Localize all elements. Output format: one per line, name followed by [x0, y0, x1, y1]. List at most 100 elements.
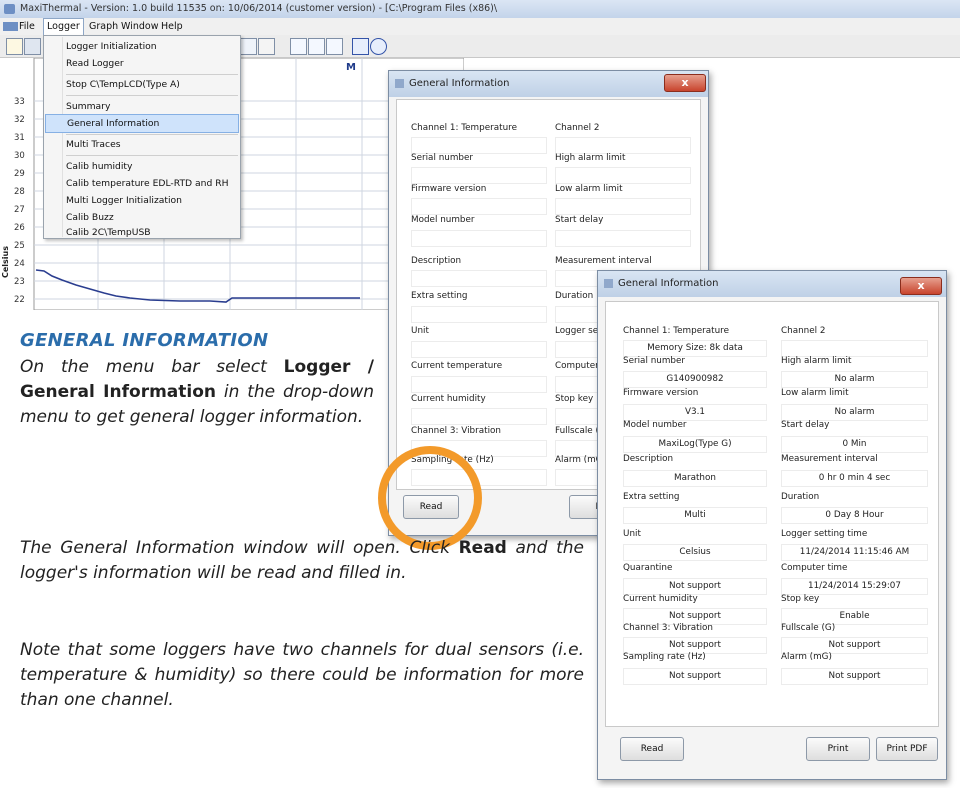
list-icon[interactable]: [290, 38, 307, 55]
label-unit: Unit: [623, 529, 641, 539]
menu-item-calib-buzz[interactable]: Calib Buzz: [45, 209, 239, 226]
print-pdf-button[interactable]: Print PDF: [876, 737, 938, 761]
start-delay-value: 0 Min: [781, 436, 928, 453]
menu-file[interactable]: File: [16, 18, 38, 35]
y-tick: 28: [14, 187, 25, 197]
value-box: [781, 340, 928, 357]
value-box: [555, 137, 691, 154]
close-button[interactable]: x: [664, 74, 706, 92]
label-start-delay: Start delay: [555, 215, 604, 225]
graph-title: M: [346, 62, 356, 73]
label-current-humidity: Current humidity: [411, 394, 486, 404]
read-button-highlight-ring: [378, 446, 482, 550]
serial-number-value: G140900982: [623, 371, 767, 388]
value-box: [555, 198, 691, 215]
dialog-title-bar: General Information: [598, 271, 946, 297]
label-description: Description: [623, 454, 674, 464]
computer-time-value: 11/24/2014 15:29:07: [781, 578, 928, 595]
y-tick: 31: [14, 133, 25, 143]
app-title-bar: MaxiThermal - Version: 1.0 build 11535 o…: [0, 0, 960, 18]
menu-window[interactable]: Window: [118, 18, 161, 35]
value-box: [411, 376, 547, 393]
logger-dropdown-menu: Logger Initialization Read Logger Stop C…: [43, 35, 241, 239]
label-current-temperature: Current temperature: [411, 361, 503, 371]
app-icon: [4, 4, 15, 14]
camera-icon[interactable]: [352, 38, 369, 55]
label-computer-time: Computer time: [781, 563, 848, 573]
label-high-alarm-limit: High alarm limit: [555, 153, 626, 163]
alarm-value: Not support: [781, 668, 928, 685]
close-button[interactable]: x: [900, 277, 942, 295]
label-firmware-version: Firmware version: [411, 184, 487, 194]
p1-text-start: On the menu bar select: [20, 357, 267, 377]
y-tick: 32: [14, 115, 25, 125]
dialog-body: Channel 1: Temperature Memory Size: 8k d…: [605, 301, 939, 727]
menu-logger[interactable]: Logger: [43, 18, 84, 35]
y-tick: 26: [14, 223, 25, 233]
duration-value: 0 Day 8 Hour: [781, 507, 928, 524]
menu-item-calib-temperature[interactable]: Calib temperature EDL-RTD and RH: [45, 175, 239, 192]
open-icon[interactable]: [6, 38, 23, 55]
y-tick: 22: [14, 295, 25, 305]
label-start-delay: Start delay: [781, 420, 830, 430]
description-value: Marathon: [623, 470, 767, 487]
label-extra-setting: Extra setting: [411, 291, 468, 301]
label-measurement-interval: Measurement interval: [555, 256, 652, 266]
y-tick: 27: [14, 205, 25, 215]
menu-graph[interactable]: Graph: [86, 18, 121, 35]
label-unit: Unit: [411, 326, 429, 336]
zoom-icon[interactable]: [258, 38, 275, 55]
app-title: MaxiThermal - Version: 1.0 build 11535 o…: [20, 3, 498, 14]
bar-chart-icon[interactable]: [308, 38, 325, 55]
menu-separator: [66, 155, 238, 156]
menu-separator: [66, 134, 238, 135]
paragraph-3: Note that some loggers have two channels…: [20, 640, 584, 710]
menu-item-calib-tempusb[interactable]: Calib 2C\TempUSB: [45, 226, 239, 239]
section-heading: GENERAL INFORMATION: [20, 330, 269, 351]
label-sampling-rate: Sampling rate (Hz): [623, 652, 706, 662]
dialog-title: General Information: [618, 278, 719, 289]
measurement-interval-value: 0 hr 0 min 4 sec: [781, 470, 928, 487]
high-alarm-limit-value: No alarm: [781, 371, 928, 388]
menu-item-read-logger[interactable]: Read Logger: [45, 55, 239, 72]
label-duration: Duration: [555, 291, 594, 301]
target-icon[interactable]: [370, 38, 387, 55]
menu-item-logger-initialization[interactable]: Logger Initialization: [45, 38, 239, 55]
read-button[interactable]: Read: [620, 737, 684, 761]
label-model-number: Model number: [623, 420, 687, 430]
save-icon[interactable]: [24, 38, 41, 55]
label-low-alarm-limit: Low alarm limit: [781, 388, 849, 398]
unit-value: Celsius: [623, 544, 767, 561]
label-stop-key: Stop key: [555, 394, 594, 404]
print-button[interactable]: Print: [806, 737, 870, 761]
label-firmware-version: Firmware version: [623, 388, 699, 398]
label-current-humidity: Current humidity: [623, 594, 698, 604]
menu-help[interactable]: Help: [158, 18, 186, 35]
logger-setting-time-value: 11/24/2014 11:15:46 AM: [781, 544, 928, 561]
label-channel-3: Channel 3: Vibration: [623, 623, 713, 633]
menu-item-stop-logger[interactable]: Stop C\TempLCD(Type A): [45, 76, 239, 93]
menu-separator: [66, 95, 238, 96]
y-tick: 29: [14, 169, 25, 179]
label-duration: Duration: [781, 492, 820, 502]
label-channel-2: Channel 2: [781, 326, 826, 336]
dialog-icon: [604, 279, 613, 288]
y-axis-label: Celsius: [1, 246, 10, 278]
edit-icon[interactable]: [326, 38, 343, 55]
quarantine-value: Not support: [623, 578, 767, 595]
p2-text-start: The General Information window will open…: [20, 538, 450, 558]
label-channel-2: Channel 2: [555, 123, 600, 133]
menu-item-summary[interactable]: Summary: [45, 98, 239, 115]
label-model-number: Model number: [411, 215, 475, 225]
menu-bar: File Logger Graph Window Help: [0, 18, 960, 35]
menu-item-general-information[interactable]: General Information: [45, 114, 239, 133]
menu-item-calib-humidity[interactable]: Calib humidity: [45, 158, 239, 175]
menu-item-multi-traces[interactable]: Multi Traces: [45, 136, 239, 153]
label-low-alarm-limit: Low alarm limit: [555, 184, 623, 194]
chart-icon[interactable]: [240, 38, 257, 55]
menu-item-multi-logger-initialization[interactable]: Multi Logger Initialization: [45, 192, 239, 209]
label-channel-1: Channel 1: Temperature: [623, 326, 729, 336]
label-serial-number: Serial number: [623, 356, 686, 366]
label-serial-number: Serial number: [411, 153, 474, 163]
label-logger-setting-time: Logger setting time: [781, 529, 868, 539]
